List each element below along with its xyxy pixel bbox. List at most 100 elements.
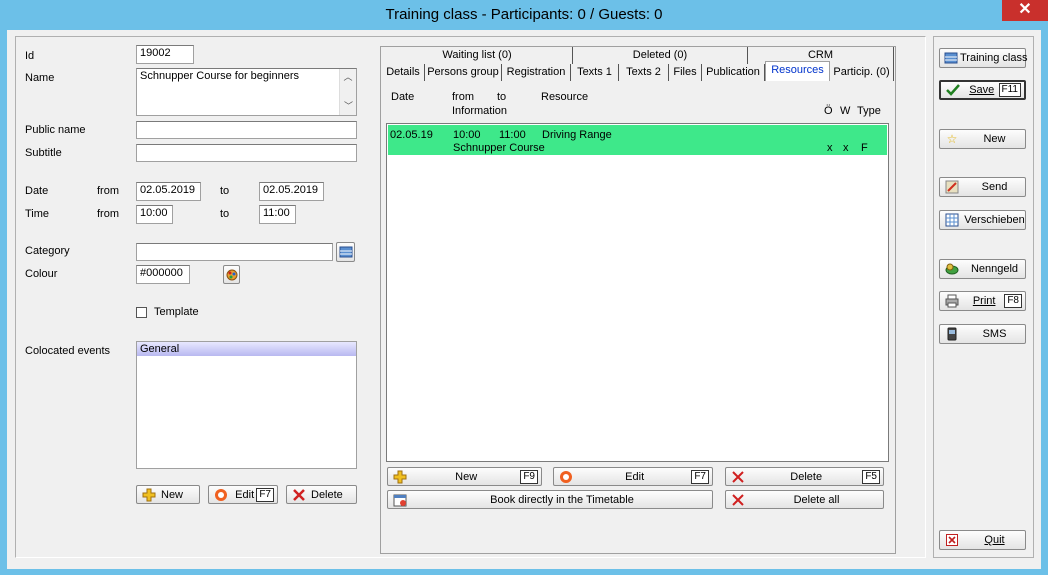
colocated-edit-label: Edit: [235, 488, 255, 501]
scroll-up-icon[interactable]: ︿: [340, 69, 356, 86]
resource-edit-button[interactable]: Edit F7: [553, 467, 713, 486]
resource-edit-key: F7: [691, 469, 709, 484]
quit-label: Quit: [984, 534, 1005, 546]
public-name-label: Public name: [25, 124, 86, 136]
training-class-button[interactable]: Training class: [939, 48, 1028, 68]
calendar-icon: [392, 493, 408, 507]
save-button[interactable]: Save F11: [939, 80, 1026, 100]
name-value: Schnupper Course for beginners: [140, 70, 299, 82]
row-date: 02.05.19: [390, 129, 433, 141]
tab-resources[interactable]: Resources: [765, 61, 830, 81]
tab-registration[interactable]: Registration: [502, 64, 571, 81]
send-button[interactable]: Send: [939, 177, 1026, 197]
lifebuoy-icon: [558, 470, 574, 484]
category-field[interactable]: [136, 243, 333, 261]
category-picker-button[interactable]: [336, 242, 355, 262]
col-o: Ö: [824, 105, 833, 117]
name-scrollbar[interactable]: ︿ ﹀: [339, 69, 356, 115]
row-to: 11:00: [499, 129, 526, 141]
resource-new-label: New: [455, 470, 478, 483]
col-date: Date: [391, 91, 415, 103]
resource-delete-button[interactable]: Delete F5: [725, 467, 884, 486]
row-information: Schnupper Course: [453, 142, 545, 154]
printer-icon: [944, 294, 960, 308]
colocated-new-button[interactable]: New: [136, 485, 200, 504]
time-label: Time: [25, 208, 50, 220]
delete-x-icon: [730, 470, 746, 484]
time-from-field[interactable]: 10:00: [136, 205, 173, 224]
print-label: Print: [972, 295, 996, 307]
verschieben-button[interactable]: Verschieben: [939, 210, 1026, 230]
send-icon: [944, 180, 960, 194]
nenngeld-button[interactable]: Nenngeld: [939, 259, 1026, 279]
resources-list[interactable]: 02.05.19 10:00 11:00 Driving Range Schnu…: [386, 123, 889, 462]
date-to-field[interactable]: 02.05.2019: [259, 182, 324, 201]
resource-delete-label: Delete: [790, 470, 823, 483]
window-title: Training class - Participants: 0 / Guest…: [385, 6, 663, 23]
category-label: Category: [25, 245, 70, 257]
save-key: F11: [998, 83, 1021, 97]
time-from-label: from: [97, 208, 119, 220]
col-information: Information: [452, 105, 508, 117]
tab-publication[interactable]: Publication: [702, 64, 765, 81]
scroll-down-icon[interactable]: ﹀: [340, 98, 357, 115]
colocated-new-label: New: [161, 488, 184, 501]
tab-particip[interactable]: Particip. (0): [830, 64, 894, 81]
sms-button[interactable]: SMS: [939, 324, 1026, 344]
col-type: Type: [857, 105, 881, 117]
new-button[interactable]: ☆ New: [939, 129, 1026, 149]
date-from-field[interactable]: 02.05.2019: [136, 182, 201, 201]
colour-label: Colour: [25, 268, 58, 280]
public-name-field[interactable]: [136, 121, 357, 139]
save-label: Save: [969, 84, 995, 96]
id-field[interactable]: 19002: [136, 45, 194, 64]
date-to-label: to: [220, 185, 230, 197]
row-w: x: [843, 142, 849, 154]
resource-new-button[interactable]: New F9: [387, 467, 542, 486]
list-icon: [339, 246, 352, 258]
print-key: F8: [1004, 294, 1022, 308]
grid-calendar-icon: [944, 213, 960, 227]
tab-waiting-list[interactable]: Waiting list (0): [382, 47, 573, 64]
time-to-field[interactable]: 11:00: [259, 205, 296, 224]
lifebuoy-icon: [213, 488, 229, 502]
name-label: Name: [25, 72, 55, 84]
palette-icon: [226, 269, 237, 280]
plus-icon: [141, 488, 157, 502]
tab-files[interactable]: Files: [669, 64, 702, 81]
print-button[interactable]: Print F8: [939, 291, 1026, 311]
template-label: Template: [154, 306, 199, 318]
tab-deleted[interactable]: Deleted (0): [573, 47, 748, 64]
tab-texts-2[interactable]: Texts 2: [619, 64, 669, 81]
list-item[interactable]: General: [137, 342, 356, 356]
book-timetable-button[interactable]: Book directly in the Timetable: [387, 490, 713, 509]
col-to: to: [497, 91, 507, 103]
tab-texts-1[interactable]: Texts 1: [571, 64, 619, 81]
close-window-button[interactable]: ✕: [1002, 0, 1048, 21]
subtitle-field[interactable]: [136, 144, 357, 162]
colocated-delete-button[interactable]: Delete: [286, 485, 357, 504]
new-label: New: [983, 133, 1006, 145]
delete-x-icon: [291, 488, 307, 502]
colocated-delete-label: Delete: [311, 488, 343, 501]
resource-delete-all-button[interactable]: Delete all: [725, 490, 884, 509]
template-checkbox[interactable]: [136, 307, 147, 318]
colocated-edit-key: F7: [256, 487, 274, 502]
colocated-list[interactable]: General: [136, 341, 357, 469]
tab-details[interactable]: Details: [382, 64, 425, 81]
checkmark-icon: [945, 83, 961, 97]
colocated-edit-button[interactable]: Edit F7: [208, 485, 278, 504]
sms-label: SMS: [982, 328, 1007, 340]
delete-x-icon: [730, 493, 746, 507]
list-icon: [944, 51, 958, 65]
name-field[interactable]: Schnupper Course for beginners: [136, 68, 357, 116]
colour-picker-button[interactable]: [223, 265, 240, 284]
quit-button[interactable]: Quit: [939, 530, 1026, 550]
colour-field[interactable]: #000000: [136, 265, 190, 284]
time-to-label: to: [220, 208, 230, 220]
table-row[interactable]: 02.05.19 10:00 11:00 Driving Range Schnu…: [388, 125, 887, 155]
training-class-label: Training class: [960, 52, 1028, 64]
subtitle-label: Subtitle: [25, 147, 62, 159]
resource-delete-all-label: Delete all: [793, 493, 840, 506]
tab-persons-group[interactable]: Persons group: [425, 64, 502, 81]
